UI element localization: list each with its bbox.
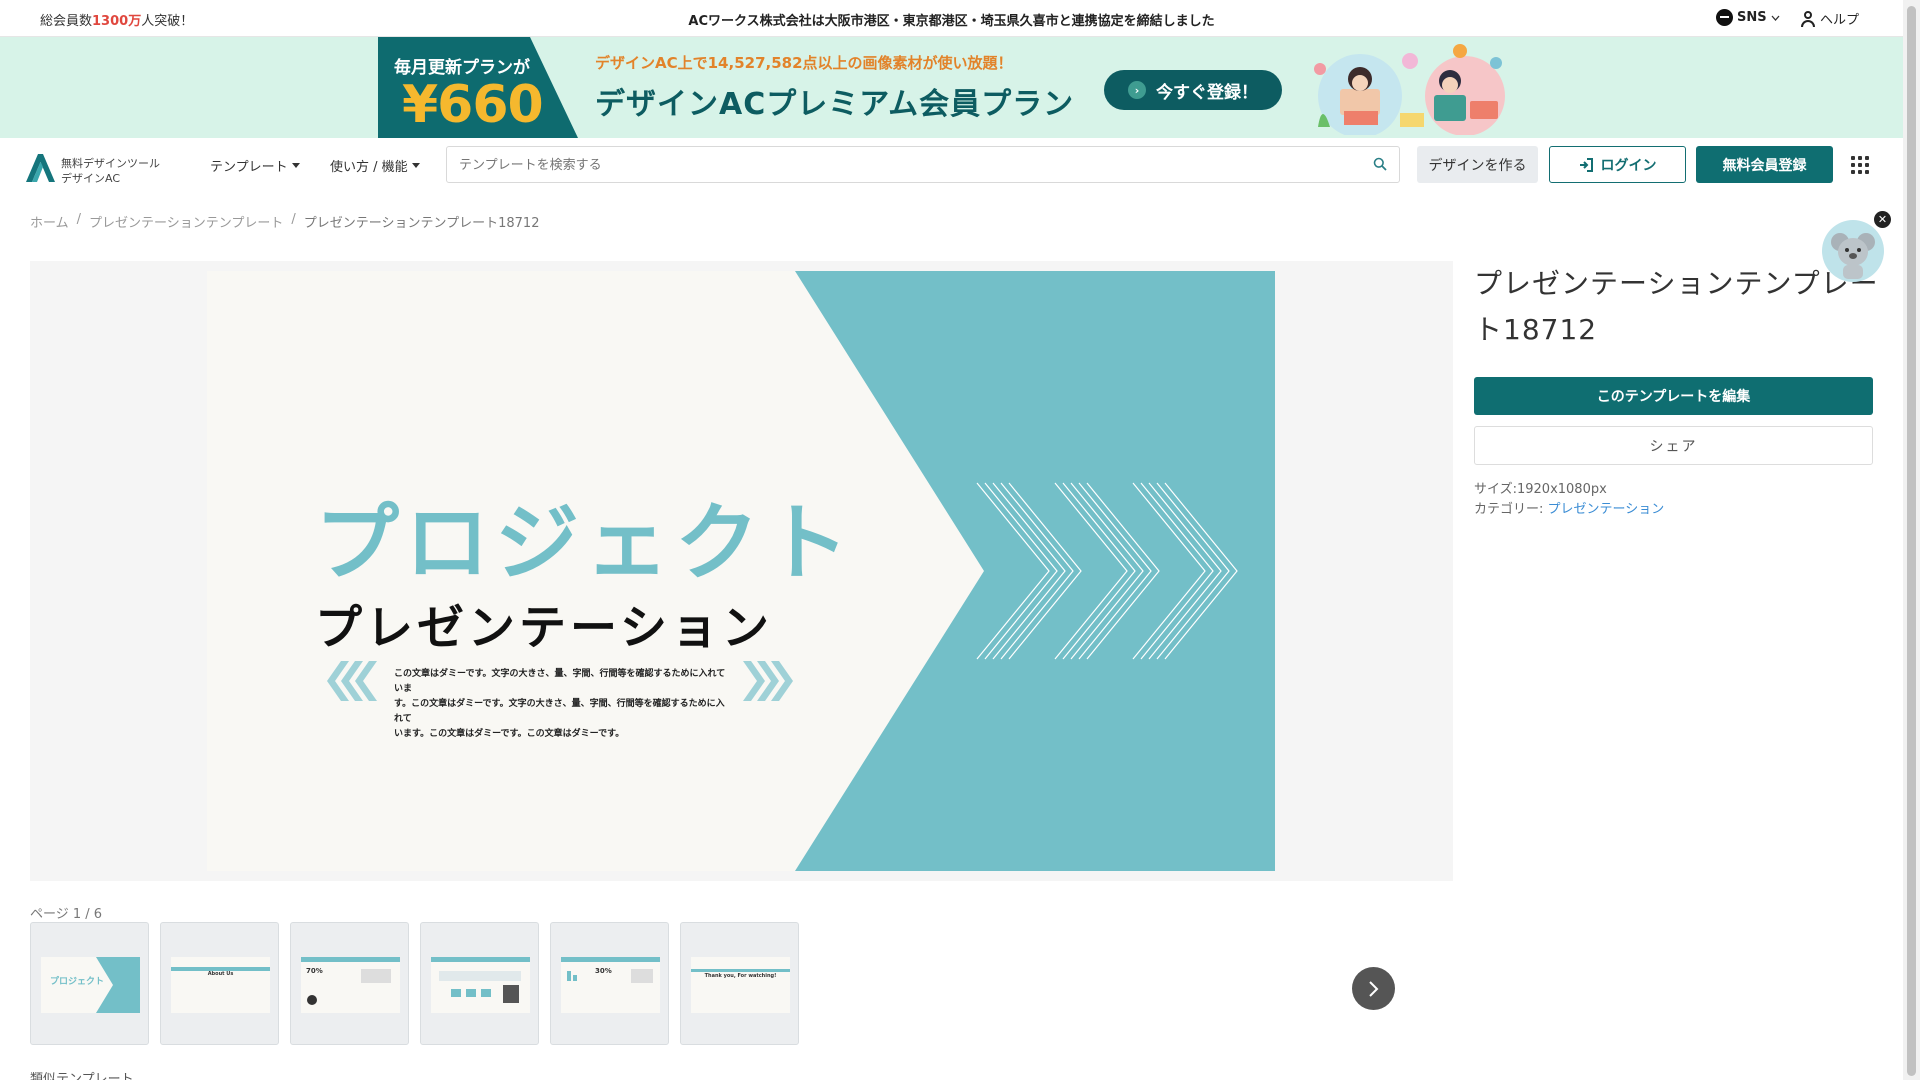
help-link[interactable]: ヘルプ	[1800, 9, 1859, 28]
thumbnail-caption: Thank you, For watching!	[704, 973, 777, 979]
edit-template-button[interactable]: このテンプレートを編集	[1474, 377, 1873, 415]
thumbnail-caption: 30%	[595, 967, 612, 975]
premium-plan-title: デザインACプレミアム会員プラン	[595, 87, 1075, 122]
caret-down-icon	[411, 163, 420, 168]
category-link[interactable]: プレゼンテーション	[1548, 502, 1665, 517]
page-thumbnails: プロジェクト About Us 70% 30% Thank you, For w…	[30, 922, 799, 1045]
page-thumbnail[interactable]: プロジェクト	[30, 922, 149, 1045]
apps-grid-icon[interactable]	[1851, 156, 1869, 174]
chevron-down-icon	[1771, 15, 1780, 21]
next-page-button[interactable]	[1352, 967, 1395, 1010]
people-illustration	[1314, 44, 1505, 135]
register-now-label: 今すぐ登録！	[1156, 82, 1258, 103]
login-icon	[1579, 157, 1593, 172]
page-thumbnail[interactable]: 70%	[290, 922, 409, 1045]
share-button[interactable]: シェア	[1474, 426, 1873, 465]
close-icon[interactable]: ✕	[1874, 211, 1891, 228]
search-box	[446, 146, 1400, 183]
promo-text: デザインAC上で14,527,582点以上の画像素材が使い放題！	[595, 54, 1013, 72]
page-indicator: ページ 1 / 6	[30, 907, 103, 922]
page-thumbnail[interactable]	[420, 922, 539, 1045]
thumbnail-caption: About Us	[207, 971, 234, 977]
category-label: カテゴリー:	[1474, 502, 1544, 517]
nav-templates-label: テンプレート	[210, 160, 288, 175]
page-thumbnail[interactable]: 30%	[550, 922, 669, 1045]
template-title: プレゼンテーションテンプレート18712	[1474, 267, 1879, 346]
search-input[interactable]	[459, 155, 1339, 175]
design-ac-logo-icon	[26, 154, 55, 182]
logo-tagline: 無料デザインツール	[61, 157, 160, 170]
page-scrollbar[interactable]	[1903, 0, 1920, 1080]
site-logo[interactable]: 無料デザインツール デザインAC	[24, 148, 174, 185]
similar-templates-heading: 類似テンプレート	[30, 1072, 134, 1080]
breadcrumb: ホーム / プレゼンテーションテンプレート / プレゼンテーションテンプレート1…	[30, 212, 539, 231]
help-label: ヘルプ	[1820, 13, 1860, 28]
sns-label: SNS	[1737, 10, 1767, 25]
create-design-button[interactable]: デザインを作る	[1417, 146, 1538, 183]
user-icon	[1800, 10, 1816, 27]
thumbnail-caption: プロジェクト	[50, 977, 105, 987]
site-header: 無料デザインツール デザインAC テンプレート 使い方 / 機能 デザインを作る…	[0, 138, 1903, 190]
news-notice-link[interactable]: ACワークス株式会社は大阪市港区・東京都港区・埼玉県久喜市と連携協定を締結しまし…	[0, 10, 1903, 29]
slide-body-text: この文章はダミーです。文字の大きさ、量、字間、行間等を確認するために入れていま …	[394, 667, 729, 742]
template-preview: プロジェクト プレゼンテーション この文章はダミーです。文字の大きさ、量、字間、…	[30, 261, 1453, 881]
mascot-helper[interactable]	[1822, 220, 1884, 282]
register-now-button[interactable]: › 今すぐ登録！	[1104, 70, 1282, 110]
logo-name: デザインAC	[61, 172, 121, 185]
koala-mascot-icon	[1831, 233, 1875, 279]
breadcrumb-separator: /	[76, 212, 82, 227]
chat-bubble-icon	[1716, 9, 1733, 26]
slide-body-line: います。この文章はダミーです。この文章はダミーです。	[394, 729, 625, 739]
nav-howto[interactable]: 使い方 / 機能	[330, 156, 420, 175]
slide-body-line: す。この文章はダミーです。文字の大きさ、量、字間、行間等を確認するために入れて	[394, 699, 725, 724]
arrow-right-icon: ›	[1128, 81, 1146, 99]
breadcrumb-current: プレゼンテーションテンプレート18712	[303, 216, 540, 231]
breadcrumb-home[interactable]: ホーム	[30, 212, 69, 231]
caret-down-icon	[291, 163, 300, 168]
thumbnail-caption: 70%	[306, 967, 323, 975]
monthly-price-badge: 毎月更新プランが ¥660	[378, 37, 578, 138]
top-announcement-bar: 総会員数1300万人突破！ ACワークス株式会社は大阪市港区・東京都港区・埼玉県…	[0, 0, 1903, 37]
slide-canvas: プロジェクト プレゼンテーション この文章はダミーです。文字の大きさ、量、字間、…	[207, 271, 1275, 871]
page-thumbnail[interactable]: Thank you, For watching!	[680, 922, 799, 1045]
template-category: カテゴリー: プレゼンテーション	[1474, 498, 1664, 517]
chevron-right-icon	[1368, 980, 1378, 997]
login-label: ログイン	[1600, 157, 1657, 174]
login-button[interactable]: ログイン	[1549, 146, 1686, 183]
slide-subtitle: プレゼンテーション	[315, 601, 774, 656]
sns-dropdown[interactable]: SNS	[1716, 9, 1780, 26]
nav-howto-label: 使い方 / 機能	[330, 160, 408, 175]
premium-banner[interactable]: 毎月更新プランが ¥660 デザインAC上で14,527,582点以上の画像素材…	[0, 37, 1903, 138]
monthly-price: ¥660	[402, 75, 544, 135]
breadcrumb-category[interactable]: プレゼンテーションテンプレート	[89, 212, 283, 231]
breadcrumb-separator: /	[291, 212, 296, 227]
page-thumbnail[interactable]: About Us	[160, 922, 279, 1045]
slide-title: プロジェクト	[315, 494, 856, 592]
template-size: サイズ:1920x1080px	[1474, 482, 1607, 497]
signup-button[interactable]: 無料会員登録	[1696, 146, 1833, 183]
nav-templates[interactable]: テンプレート	[210, 156, 300, 175]
scrollbar-thumb[interactable]	[1907, 6, 1916, 1076]
slide-body-line: この文章はダミーです。文字の大きさ、量、字間、行間等を確認するために入れていま	[394, 669, 726, 694]
search-icon[interactable]	[1373, 157, 1387, 171]
